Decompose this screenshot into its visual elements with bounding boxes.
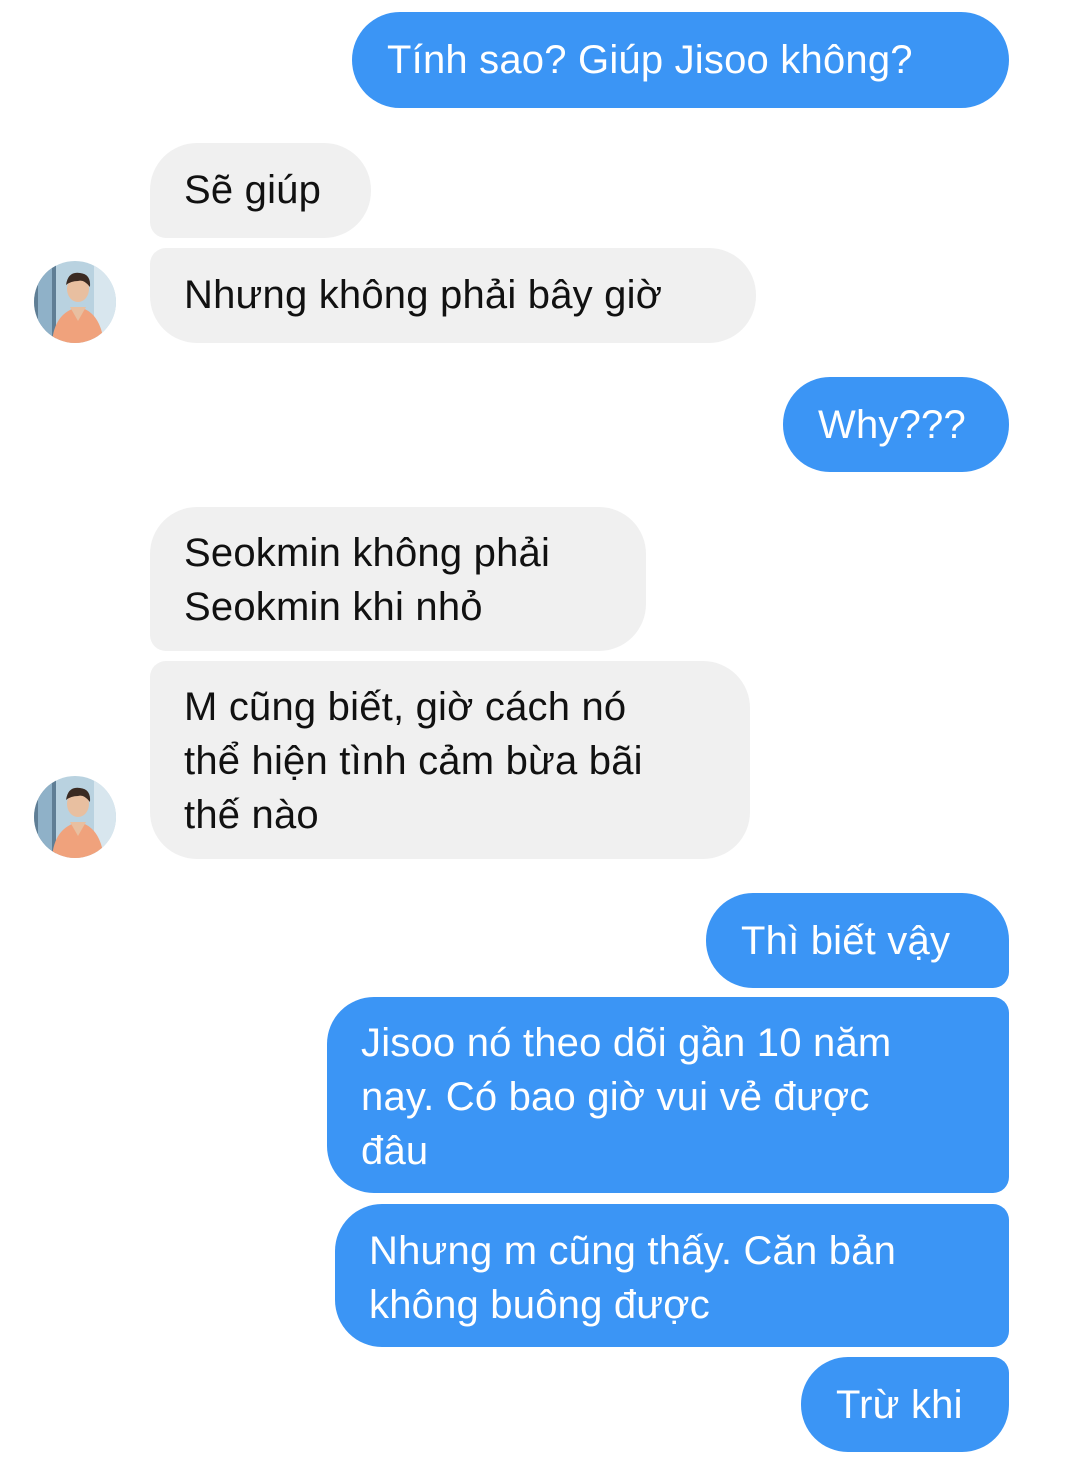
message-bubble-received[interactable]: Sẽ giúp	[150, 143, 371, 238]
message-bubble-sent[interactable]: Trừ khi	[801, 1357, 1009, 1452]
contact-avatar[interactable]	[34, 776, 116, 858]
message-bubble-sent[interactable]: Thì biết vậy	[706, 893, 1009, 988]
message-bubble-sent[interactable]: Jisoo nó theo dõi gần 10 năm nay. Có bao…	[327, 997, 1009, 1193]
message-bubble-sent[interactable]: Why???	[783, 377, 1009, 472]
contact-avatar[interactable]	[34, 261, 116, 343]
message-bubble-received[interactable]: M cũng biết, giờ cách nó thể hiện tình c…	[150, 661, 750, 859]
contact-avatar-photo-icon	[34, 261, 116, 343]
message-bubble-sent[interactable]: Nhưng m cũng thấy. Căn bản không buông đ…	[335, 1204, 1009, 1347]
message-bubble-received[interactable]: Nhưng không phải bây giờ	[150, 248, 756, 343]
contact-avatar-photo-icon	[34, 776, 116, 858]
message-bubble-received[interactable]: Seokmin không phải Seokmin khi nhỏ	[150, 507, 646, 651]
message-bubble-sent[interactable]: Tính sao? Giúp Jisoo không?	[352, 12, 1009, 108]
